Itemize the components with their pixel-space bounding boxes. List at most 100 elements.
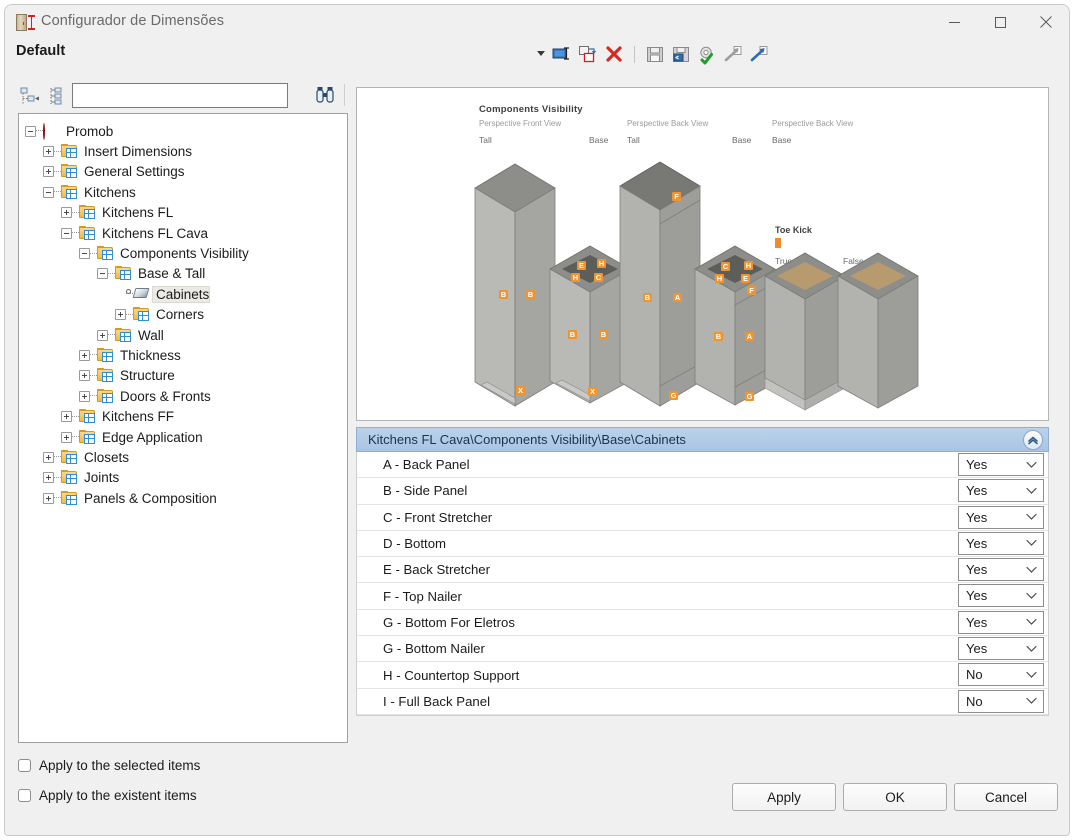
chevron-down-icon[interactable] <box>1026 587 1037 605</box>
expand-tree-icon[interactable] <box>46 85 68 107</box>
expand-node-icon[interactable] <box>61 411 72 423</box>
maximize-button[interactable] <box>977 5 1023 39</box>
binoculars-icon[interactable] <box>314 84 338 106</box>
expand-node-icon[interactable] <box>61 431 72 443</box>
expand-node-icon[interactable] <box>43 166 54 178</box>
profile-dropdown-caret[interactable] <box>537 51 545 56</box>
tree-node-kitchens-fl[interactable]: Kitchens FL <box>19 203 347 223</box>
tree-node-promob[interactable]: Promob <box>19 121 347 141</box>
tree-node-kitchens[interactable]: Kitchens <box>19 182 347 202</box>
export-icon[interactable] <box>722 43 744 65</box>
import-icon[interactable] <box>748 43 770 65</box>
tree-node-list: Promob Insert Dimensions General Settings K… <box>19 114 347 508</box>
minimize-button[interactable] <box>931 5 977 39</box>
chevron-down-icon[interactable] <box>1026 561 1037 579</box>
property-value-combobox[interactable]: No <box>958 663 1044 687</box>
apply-selected-checkbox[interactable] <box>18 759 31 772</box>
expand-node-icon[interactable] <box>79 370 90 382</box>
chevron-down-icon[interactable] <box>1026 508 1037 526</box>
property-value-combobox[interactable]: Yes <box>958 505 1044 529</box>
close-button[interactable] <box>1023 5 1069 39</box>
tree-node-edge-application[interactable]: Edge Application <box>19 427 347 447</box>
copy-to-icon[interactable] <box>577 43 599 65</box>
tree-node-joints[interactable]: Joints <box>19 468 347 488</box>
property-value-combobox[interactable]: Yes <box>958 558 1044 582</box>
tree-node-doors-fronts[interactable]: Doors & Fronts <box>19 386 347 406</box>
tree-node-insert-dimensions[interactable]: Insert Dimensions <box>19 141 347 161</box>
chevron-down-icon[interactable] <box>1026 613 1037 631</box>
property-value-combobox[interactable]: Yes <box>958 453 1044 476</box>
collapse-node-icon[interactable] <box>25 125 36 137</box>
collapse-node-icon[interactable] <box>79 248 90 260</box>
tree-node-general-settings[interactable]: General Settings <box>19 162 347 182</box>
expand-node-icon[interactable] <box>79 390 90 402</box>
expand-node-icon[interactable] <box>61 207 72 219</box>
folder-icon <box>61 449 79 465</box>
chevron-down-icon[interactable] <box>1026 456 1037 474</box>
property-value-combobox[interactable]: No <box>958 689 1044 713</box>
collapse-node-icon[interactable] <box>97 268 108 280</box>
property-row: C - Front Stretcher Yes <box>357 504 1048 531</box>
preview-panel: Components Visibility Perspective Front … <box>356 87 1049 421</box>
expand-node-icon[interactable] <box>79 349 90 361</box>
tree-view[interactable]: Promob Insert Dimensions General Settings K… <box>18 113 348 743</box>
component-letter-f: F <box>747 286 756 295</box>
tree-node-label: Base & Tall <box>138 266 206 282</box>
collapse-node-icon[interactable] <box>61 227 72 239</box>
apply-selected-row[interactable]: Apply to the selected items <box>18 758 200 773</box>
tree-node-label: Kitchens FL <box>102 205 174 221</box>
tree-node-closets[interactable]: Closets <box>19 447 347 467</box>
tree-node-label: Panels & Composition <box>84 490 217 506</box>
apply-button[interactable]: Apply <box>732 783 836 811</box>
save-database-icon[interactable] <box>670 43 692 65</box>
tree-node-base-tall[interactable]: Base & Tall <box>19 264 347 284</box>
tree-node-label: Closets <box>84 449 130 465</box>
tree-node-components-visibility[interactable]: Components Visibility <box>19 243 347 263</box>
delete-icon[interactable] <box>603 43 625 65</box>
search-input[interactable] <box>73 84 287 107</box>
property-value: Yes <box>966 483 988 499</box>
property-value-combobox[interactable]: Yes <box>958 531 1044 555</box>
expand-node-icon[interactable] <box>43 451 54 463</box>
tree-node-kitchens-ff[interactable]: Kitchens FF <box>19 406 347 426</box>
expand-node-icon[interactable] <box>43 492 54 504</box>
cancel-button[interactable]: Cancel <box>954 783 1058 811</box>
tree-node-wall[interactable]: Wall <box>19 325 347 345</box>
validate-icon[interactable] <box>696 43 718 65</box>
tree-connector <box>108 334 115 336</box>
property-value-combobox[interactable]: Yes <box>958 584 1044 608</box>
chevron-down-icon[interactable] <box>1026 482 1037 500</box>
expand-node-icon[interactable] <box>43 146 54 158</box>
expand-node-icon[interactable] <box>97 329 108 341</box>
folder-icon <box>79 225 97 241</box>
chevron-down-icon[interactable] <box>1026 534 1037 552</box>
tree-node-panels-composition[interactable]: Panels & Composition <box>19 488 347 508</box>
expand-node-icon[interactable] <box>115 309 126 321</box>
property-value-combobox[interactable]: Yes <box>958 637 1044 661</box>
expand-node-icon[interactable] <box>43 472 54 484</box>
component-letter-g: G <box>745 392 754 401</box>
ok-button[interactable]: OK <box>843 783 947 811</box>
save-icon[interactable] <box>644 43 666 65</box>
rename-field-icon[interactable] <box>551 43 573 65</box>
component-letter-a: A <box>745 332 754 341</box>
preview-group-label: Tall <box>627 135 640 145</box>
chevron-down-icon[interactable] <box>1026 640 1037 658</box>
folder-icon <box>61 164 79 179</box>
collapse-tree-icon[interactable] <box>18 85 40 107</box>
component-letter-h: H <box>715 274 724 283</box>
chevron-down-icon[interactable] <box>1026 666 1037 684</box>
collapse-node-icon[interactable] <box>43 186 54 198</box>
property-value-combobox[interactable]: Yes <box>958 610 1044 634</box>
folder-icon <box>115 327 133 343</box>
tree-node-cabinets[interactable]: Cabinets <box>19 284 347 304</box>
search-input-wrapper[interactable] <box>72 83 288 108</box>
tree-node-kitchens-fl-cava[interactable]: Kitchens FL Cava <box>19 223 347 243</box>
chevron-up-circle-icon[interactable] <box>1023 430 1043 450</box>
tree-node-structure[interactable]: Structure <box>19 366 347 386</box>
preview-group-label: Base <box>589 135 609 145</box>
chevron-down-icon[interactable] <box>1026 692 1037 710</box>
tree-node-corners[interactable]: Corners <box>19 305 347 325</box>
property-value-combobox[interactable]: Yes <box>958 479 1044 503</box>
tree-node-thickness[interactable]: Thickness <box>19 345 347 365</box>
